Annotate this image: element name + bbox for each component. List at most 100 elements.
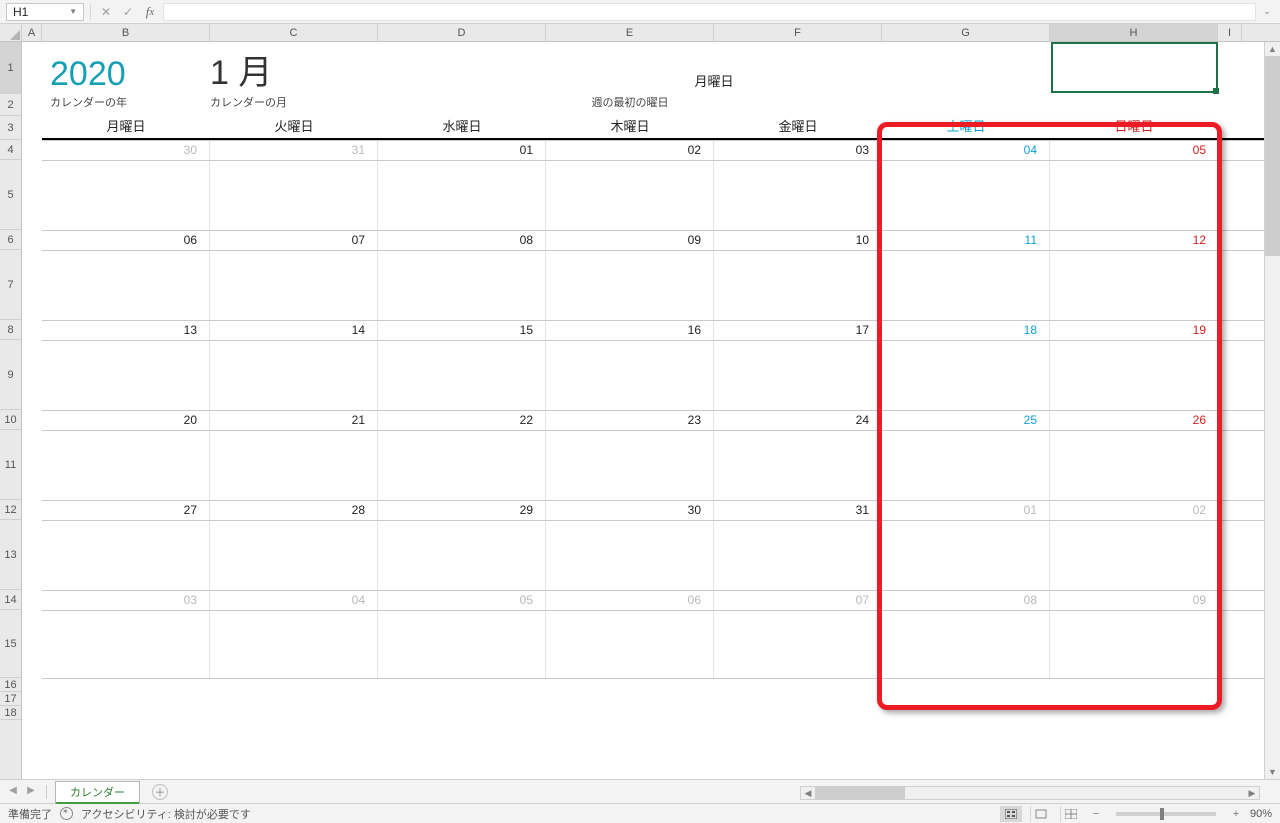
- row-header-4[interactable]: 4: [0, 140, 21, 160]
- calendar-cell[interactable]: 12: [1050, 231, 1218, 250]
- row-header-11[interactable]: 11: [0, 430, 21, 500]
- calendar-cell-notes[interactable]: [1050, 341, 1218, 410]
- row-header-12[interactable]: 12: [0, 500, 21, 520]
- view-page-layout-icon[interactable]: [1030, 806, 1052, 822]
- calendar-cell-notes[interactable]: [546, 521, 714, 590]
- tab-nav-next-icon[interactable]: ▶: [24, 785, 38, 799]
- col-header-B[interactable]: B: [42, 24, 210, 41]
- col-header-G[interactable]: G: [882, 24, 1050, 41]
- calendar-cell-notes[interactable]: [714, 161, 882, 230]
- calendar-cell-notes[interactable]: [42, 341, 210, 410]
- calendar-cell-notes[interactable]: [1050, 611, 1218, 678]
- row-header-8[interactable]: 8: [0, 320, 21, 340]
- calendar-cell-notes[interactable]: [1050, 431, 1218, 500]
- calendar-cell-notes[interactable]: [546, 251, 714, 320]
- calendar-cell-notes[interactable]: [378, 251, 546, 320]
- calendar-cell-notes[interactable]: [378, 521, 546, 590]
- zoom-slider-knob[interactable]: [1160, 808, 1164, 820]
- calendar-cell[interactable]: 29: [378, 501, 546, 520]
- calendar-cell-notes[interactable]: [882, 611, 1050, 678]
- calendar-cell[interactable]: 10: [714, 231, 882, 250]
- cancel-button[interactable]: ✕: [97, 3, 115, 21]
- scroll-right-icon[interactable]: ▶: [1245, 788, 1259, 799]
- scroll-up-icon[interactable]: ▲: [1265, 42, 1280, 56]
- horizontal-scrollbar[interactable]: ◀ ▶: [800, 786, 1260, 800]
- scroll-left-icon[interactable]: ◀: [801, 788, 815, 799]
- calendar-cell-notes[interactable]: [714, 611, 882, 678]
- calendar-cell-notes[interactable]: [210, 161, 378, 230]
- col-header-H[interactable]: H: [1050, 24, 1218, 41]
- row-header-9[interactable]: 9: [0, 340, 21, 410]
- calendar-cell-notes[interactable]: [714, 341, 882, 410]
- status-accessibility[interactable]: アクセシビリティ: 検討が必要です: [81, 806, 251, 822]
- calendar-cell[interactable]: 30: [546, 501, 714, 520]
- enter-button[interactable]: ✓: [119, 3, 137, 21]
- calendar-cell[interactable]: 06: [42, 231, 210, 250]
- calendar-cell[interactable]: 18: [882, 321, 1050, 340]
- calendar-cell-notes[interactable]: [714, 521, 882, 590]
- calendar-cell-notes[interactable]: [378, 611, 546, 678]
- calendar-cell[interactable]: 31: [714, 501, 882, 520]
- calendar-cell-notes[interactable]: [210, 611, 378, 678]
- calendar-cell-notes[interactable]: [1050, 521, 1218, 590]
- calendar-cell-notes[interactable]: [210, 521, 378, 590]
- view-normal-icon[interactable]: [1000, 806, 1022, 822]
- fx-button[interactable]: fx: [141, 3, 159, 21]
- calendar-cell[interactable]: 27: [42, 501, 210, 520]
- zoom-slider[interactable]: [1116, 812, 1216, 816]
- calendar-cell-notes[interactable]: [714, 251, 882, 320]
- row-header-10[interactable]: 10: [0, 410, 21, 430]
- calendar-cell[interactable]: 17: [714, 321, 882, 340]
- calendar-cell[interactable]: 16: [546, 321, 714, 340]
- calendar-cell[interactable]: 05: [378, 591, 546, 610]
- calendar-cell[interactable]: 02: [1050, 501, 1218, 520]
- row-header-15[interactable]: 15: [0, 610, 21, 678]
- add-sheet-button[interactable]: ＋: [152, 784, 168, 800]
- zoom-out-button[interactable]: −: [1090, 808, 1102, 820]
- calendar-cell[interactable]: 22: [378, 411, 546, 430]
- expand-formula-bar-icon[interactable]: ⌄: [1260, 6, 1274, 17]
- calendar-cell-notes[interactable]: [546, 431, 714, 500]
- row-header-14[interactable]: 14: [0, 590, 21, 610]
- calendar-cell[interactable]: 15: [378, 321, 546, 340]
- calendar-cell[interactable]: 08: [378, 231, 546, 250]
- calendar-cell[interactable]: 04: [210, 591, 378, 610]
- row-header-2[interactable]: 2: [0, 94, 21, 116]
- col-header-C[interactable]: C: [210, 24, 378, 41]
- tab-nav-prev-icon[interactable]: ◀: [6, 785, 20, 799]
- calendar-cell-notes[interactable]: [42, 251, 210, 320]
- zoom-in-button[interactable]: +: [1230, 808, 1242, 820]
- calendar-cell-notes[interactable]: [882, 341, 1050, 410]
- zoom-level[interactable]: 90%: [1250, 808, 1272, 820]
- vertical-scrollbar[interactable]: ▲ ▼: [1264, 42, 1280, 779]
- calendar-cell[interactable]: 24: [714, 411, 882, 430]
- calendar-cell-notes[interactable]: [210, 341, 378, 410]
- calendar-cell-notes[interactable]: [546, 161, 714, 230]
- col-header-E[interactable]: E: [546, 24, 714, 41]
- row-header-7[interactable]: 7: [0, 250, 21, 320]
- calendar-cell[interactable]: 04: [882, 141, 1050, 160]
- calendar-cell-notes[interactable]: [546, 341, 714, 410]
- calendar-cell[interactable]: 31: [210, 141, 378, 160]
- calendar-cell-notes[interactable]: [210, 431, 378, 500]
- row-header-13[interactable]: 13: [0, 520, 21, 590]
- calendar-cell[interactable]: 13: [42, 321, 210, 340]
- calendar-cell-notes[interactable]: [378, 431, 546, 500]
- cells-area[interactable]: 2020 1 月 月曜日 カレンダーの年 カレンダーの月 週の最初の曜日 月曜日…: [22, 42, 1264, 779]
- row-header-17[interactable]: 17: [0, 692, 21, 706]
- chevron-down-icon[interactable]: ▼: [69, 7, 77, 16]
- row-header-6[interactable]: 6: [0, 230, 21, 250]
- sheet-tab-calendar[interactable]: カレンダー: [55, 781, 140, 804]
- calendar-cell-notes[interactable]: [378, 161, 546, 230]
- row-header-16[interactable]: 16: [0, 678, 21, 692]
- calendar-cell[interactable]: 07: [714, 591, 882, 610]
- select-all-corner[interactable]: [0, 24, 22, 41]
- calendar-cell-notes[interactable]: [42, 161, 210, 230]
- calendar-cell[interactable]: 08: [882, 591, 1050, 610]
- vscroll-thumb[interactable]: [1265, 56, 1280, 256]
- first-day-value[interactable]: 月曜日: [546, 71, 882, 94]
- calendar-cell[interactable]: 03: [714, 141, 882, 160]
- scroll-down-icon[interactable]: ▼: [1265, 765, 1280, 779]
- calendar-cell-notes[interactable]: [1050, 161, 1218, 230]
- calendar-cell[interactable]: 14: [210, 321, 378, 340]
